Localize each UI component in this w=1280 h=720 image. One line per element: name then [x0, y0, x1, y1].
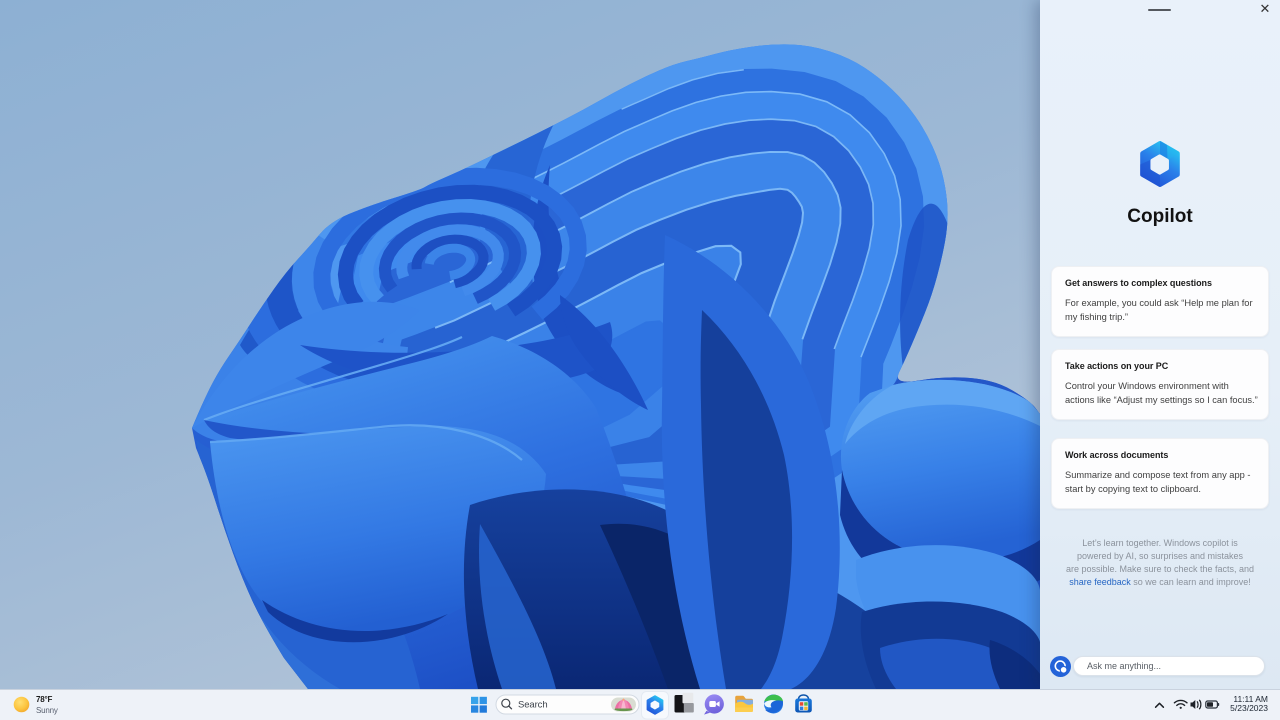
- svg-text:Search: Search: [518, 700, 548, 711]
